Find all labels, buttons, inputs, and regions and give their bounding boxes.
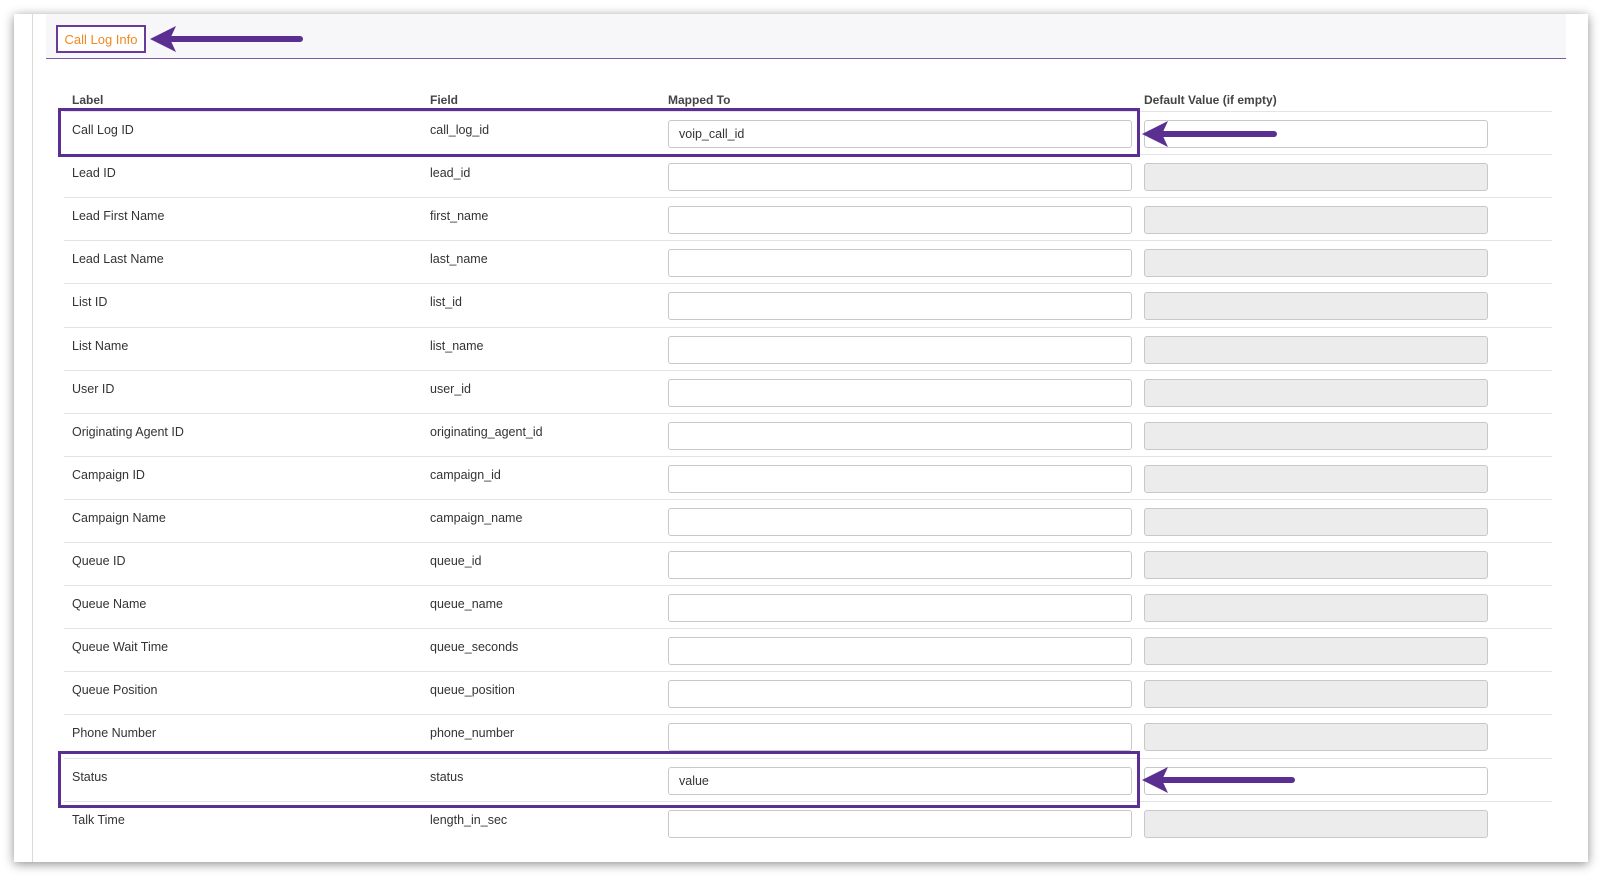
row-field: first_name [430, 209, 489, 223]
default-value-input[interactable] [1144, 379, 1488, 407]
default-value-input[interactable] [1144, 465, 1488, 493]
row-field: list_name [430, 339, 484, 353]
table-row: List Name list_name [64, 327, 1552, 372]
row-field: queue_position [430, 683, 515, 697]
mapped-to-input[interactable] [668, 422, 1132, 450]
mapped-to-input[interactable] [668, 206, 1132, 234]
row-label: Originating Agent ID [72, 425, 184, 439]
default-value-input[interactable] [1144, 551, 1488, 579]
row-field: queue_seconds [430, 640, 519, 654]
app-window: Call Log Info Label Field Mapped To Defa… [14, 14, 1588, 862]
row-field: status [430, 770, 464, 784]
table-row: Call Log ID call_log_id [64, 111, 1552, 156]
mapped-to-input[interactable] [668, 508, 1132, 536]
column-header-field: Field [430, 93, 459, 107]
row-label: Talk Time [72, 813, 125, 827]
column-header-default-value: Default Value (if empty) [1144, 93, 1277, 107]
mapped-to-input[interactable] [668, 680, 1132, 708]
row-label: List Name [72, 339, 129, 353]
default-value-input[interactable] [1144, 767, 1488, 795]
mapped-to-input[interactable] [668, 292, 1132, 320]
panel-header: Call Log Info [46, 14, 1566, 59]
mapped-to-input[interactable] [668, 249, 1132, 277]
mapped-to-input[interactable] [668, 551, 1132, 579]
row-field: user_id [430, 382, 471, 396]
table-row: List ID list_id [64, 283, 1552, 328]
row-label: Status [72, 770, 108, 784]
row-label: Campaign Name [72, 511, 166, 525]
default-value-input[interactable] [1144, 723, 1488, 751]
mapped-to-input[interactable] [668, 810, 1132, 838]
table-row: Lead First Name first_name [64, 197, 1552, 242]
table-row: Lead Last Name last_name [64, 240, 1552, 285]
default-value-input[interactable] [1144, 594, 1488, 622]
default-value-input[interactable] [1144, 637, 1488, 665]
row-field: originating_agent_id [430, 425, 543, 439]
mapped-to-input[interactable] [668, 465, 1132, 493]
call-log-info-panel: Call Log Info Label Field Mapped To Defa… [46, 14, 1566, 862]
row-field: campaign_name [430, 511, 523, 525]
default-value-input[interactable] [1144, 249, 1488, 277]
window-border-left [32, 14, 33, 862]
default-value-input[interactable] [1144, 206, 1488, 234]
row-field: length_in_sec [430, 813, 508, 827]
row-label: Queue Name [72, 597, 147, 611]
table-row: Lead ID lead_id [64, 154, 1552, 199]
default-value-input[interactable] [1144, 810, 1488, 838]
row-label: List ID [72, 295, 108, 309]
table-row: User ID user_id [64, 370, 1552, 415]
row-label: Lead ID [72, 166, 116, 180]
default-value-input[interactable] [1144, 292, 1488, 320]
table-row: Originating Agent ID originating_agent_id [64, 413, 1552, 458]
row-label: Call Log ID [72, 123, 134, 137]
mapped-to-input[interactable] [668, 336, 1132, 364]
row-field: last_name [430, 252, 488, 266]
row-label: User ID [72, 382, 115, 396]
row-field: call_log_id [430, 123, 490, 137]
row-field: queue_id [430, 554, 482, 568]
default-value-input[interactable] [1144, 120, 1488, 148]
table-row: Campaign Name campaign_name [64, 499, 1552, 544]
row-label: Lead Last Name [72, 252, 164, 266]
mapped-to-input[interactable] [668, 594, 1132, 622]
row-label: Campaign ID [72, 468, 145, 482]
row-field: campaign_id [430, 468, 501, 482]
row-label: Queue ID [72, 554, 126, 568]
mapped-to-input[interactable] [668, 767, 1132, 795]
column-header-mapped-to: Mapped To [668, 93, 731, 107]
section-title-tab[interactable]: Call Log Info [56, 25, 146, 53]
row-label: Phone Number [72, 726, 157, 740]
column-header-label: Label [72, 93, 104, 107]
table-row: Status status [64, 758, 1552, 803]
mapped-to-input[interactable] [668, 163, 1132, 191]
table-row: Queue ID queue_id [64, 542, 1552, 587]
table-row: Queue Position queue_position [64, 671, 1552, 716]
mapped-to-input[interactable] [668, 723, 1132, 751]
row-field: phone_number [430, 726, 515, 740]
default-value-input[interactable] [1144, 680, 1488, 708]
table-row: Talk Time length_in_sec [64, 801, 1552, 846]
row-field: queue_name [430, 597, 503, 611]
table-row: Campaign ID campaign_id [64, 456, 1552, 501]
row-label: Queue Position [72, 683, 158, 697]
row-field: lead_id [430, 166, 471, 180]
row-field: list_id [430, 295, 462, 309]
table-row: Phone Number phone_number [64, 714, 1552, 759]
mapped-to-input[interactable] [668, 120, 1132, 148]
default-value-input[interactable] [1144, 163, 1488, 191]
default-value-input[interactable] [1144, 508, 1488, 536]
table-row: Queue Wait Time queue_seconds [64, 628, 1552, 673]
row-label: Lead First Name [72, 209, 165, 223]
table-row: Queue Name queue_name [64, 585, 1552, 630]
mapped-to-input[interactable] [668, 637, 1132, 665]
default-value-input[interactable] [1144, 422, 1488, 450]
mapped-to-input[interactable] [668, 379, 1132, 407]
row-label: Queue Wait Time [72, 640, 169, 654]
default-value-input[interactable] [1144, 336, 1488, 364]
